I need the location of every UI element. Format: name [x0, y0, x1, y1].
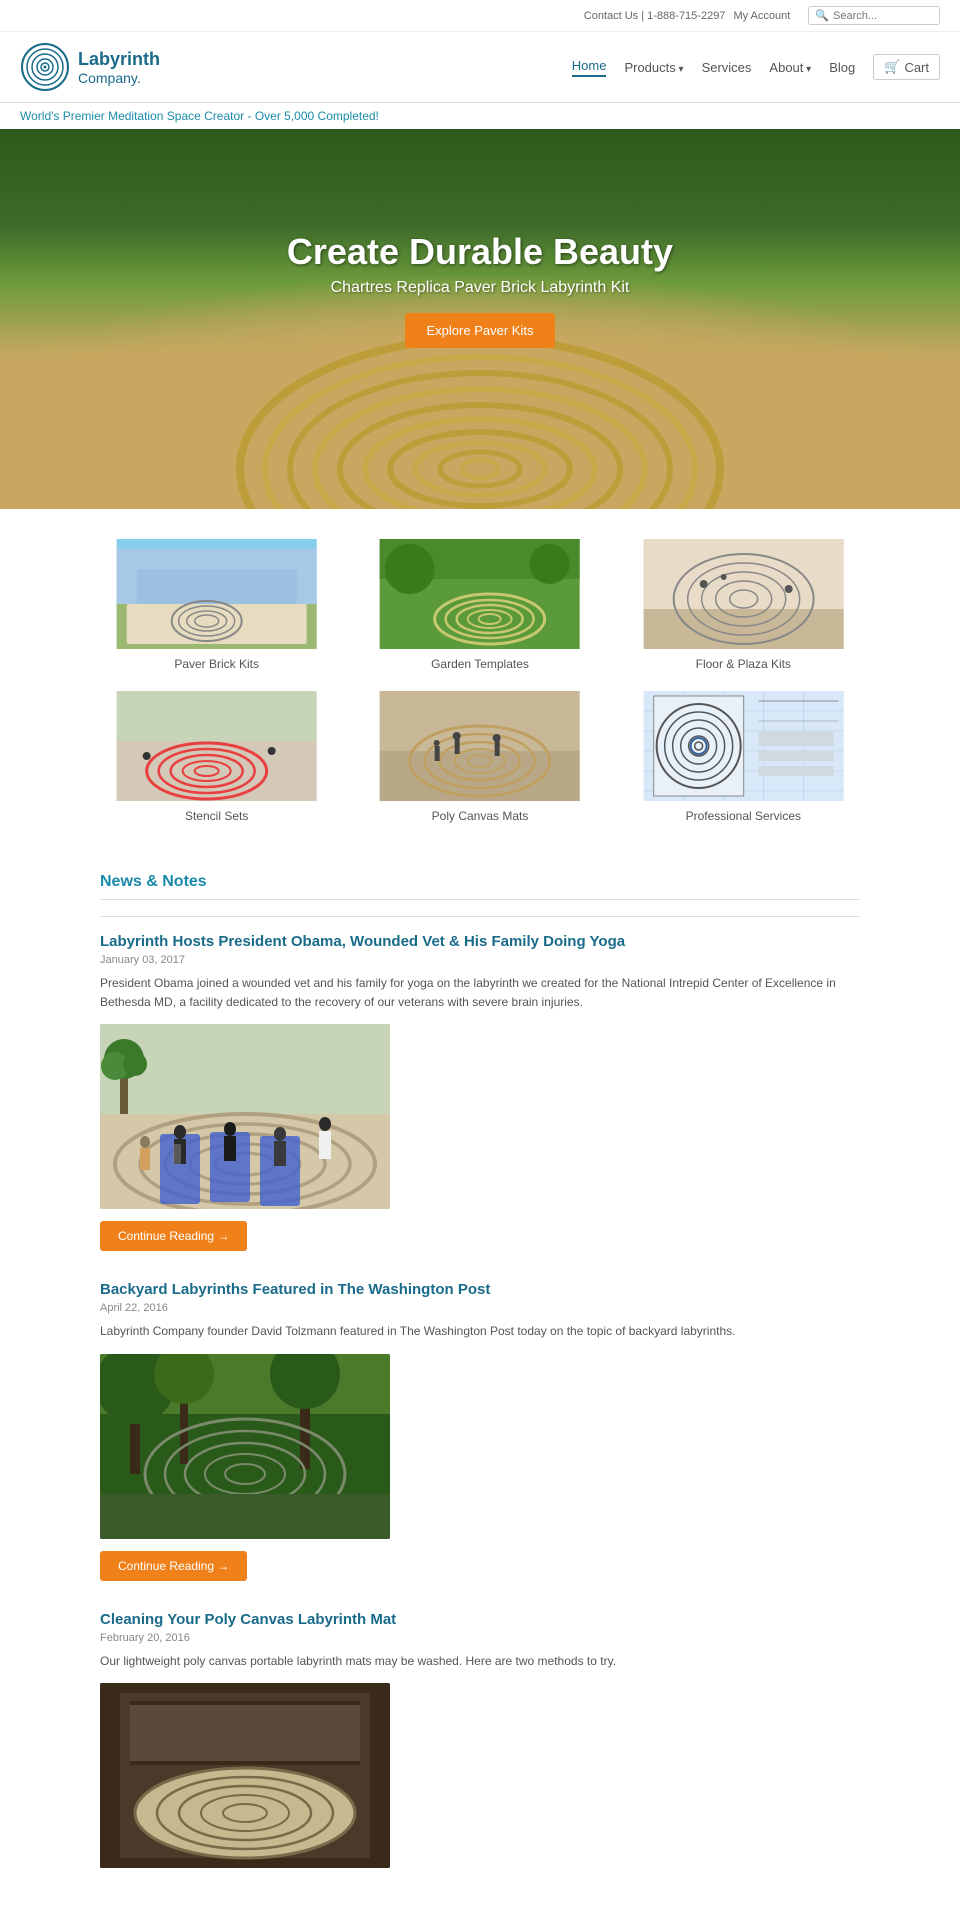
polymat-image	[363, 691, 596, 801]
top-bar: Contact Us | 1-888-715-2297 My Account 🔍	[0, 0, 960, 32]
news-section: News & Notes Labyrinth Hosts President O…	[0, 853, 960, 1918]
product-label-polymat: Poly Canvas Mats	[363, 809, 596, 823]
garden-image	[363, 539, 596, 649]
product-label-professional: Professional Services	[627, 809, 860, 823]
news-date-1: January 03, 2017	[100, 954, 860, 966]
product-item-paver[interactable]: Paver Brick Kits	[100, 539, 333, 671]
product-img-paver	[100, 539, 333, 649]
search-icon: 🔍	[815, 9, 829, 22]
news-article-3: Cleaning Your Poly Canvas Labyrinth Mat …	[100, 1611, 860, 1868]
news-img-1	[100, 1024, 390, 1209]
product-item-garden[interactable]: Garden Templates	[363, 539, 596, 671]
news-date-2: April 22, 2016	[100, 1302, 860, 1314]
read-more-btn-2[interactable]: Continue Reading →	[100, 1551, 247, 1581]
news-heading: News & Notes	[100, 873, 860, 900]
account-link[interactable]: My Account	[733, 10, 790, 22]
nav-blog[interactable]: Blog	[829, 60, 855, 75]
product-label-stencil: Stencil Sets	[100, 809, 333, 823]
header: Labyrinth Company. Home Products Service…	[0, 32, 960, 103]
news-title-1[interactable]: Labyrinth Hosts President Obama, Wounded…	[100, 933, 860, 950]
contact-link[interactable]: Contact Us | 1-888-715-2297	[584, 10, 726, 22]
product-img-polymat	[363, 691, 596, 801]
news-title-2[interactable]: Backyard Labyrinths Featured in The Wash…	[100, 1281, 860, 1298]
logo-text: Labyrinth Company.	[78, 49, 160, 86]
hero-section: Create Durable Beauty Chartres Replica P…	[0, 129, 960, 509]
news-article-1: Labyrinth Hosts President Obama, Wounded…	[100, 933, 860, 1251]
product-img-floor	[627, 539, 860, 649]
cart-label: Cart	[904, 60, 929, 75]
product-item-polymat[interactable]: Poly Canvas Mats	[363, 691, 596, 823]
news-article-2: Backyard Labyrinths Featured in The Wash…	[100, 1281, 860, 1580]
nav-services[interactable]: Services	[702, 60, 752, 75]
cart-icon: 🛒	[884, 59, 900, 75]
product-grid: Paver Brick Kits Garden Templates	[0, 509, 960, 853]
yoga-image	[100, 1024, 390, 1209]
nav-products[interactable]: Products	[624, 60, 683, 75]
product-label-floor: Floor & Plaza Kits	[627, 657, 860, 671]
search-box: 🔍	[808, 6, 940, 25]
news-img-2	[100, 1354, 390, 1539]
product-item-stencil[interactable]: Stencil Sets	[100, 691, 333, 823]
professional-image	[627, 691, 860, 801]
news-img-3	[100, 1683, 390, 1868]
tagline: World's Premier Meditation Space Creator…	[0, 103, 960, 129]
product-item-floor[interactable]: Floor & Plaza Kits	[627, 539, 860, 671]
logo-line2: Company.	[78, 70, 160, 86]
nav-about[interactable]: About	[769, 60, 811, 75]
news-body-3: Our lightweight poly canvas portable lab…	[100, 1652, 860, 1671]
hero-subtitle: Chartres Replica Paver Brick Labyrinth K…	[287, 279, 673, 297]
cart-button[interactable]: 🛒 Cart	[873, 54, 940, 80]
backyard-image	[100, 1354, 390, 1539]
product-item-professional[interactable]: Professional Services	[627, 691, 860, 823]
news-body-1: President Obama joined a wounded vet and…	[100, 974, 860, 1012]
logo-line1: Labyrinth	[78, 49, 160, 70]
product-img-garden	[363, 539, 596, 649]
product-img-stencil	[100, 691, 333, 801]
mat-image	[100, 1683, 390, 1868]
stencil-image	[100, 691, 333, 801]
nav-home[interactable]: Home	[572, 58, 607, 77]
search-input[interactable]	[833, 10, 933, 22]
main-nav: Home Products Services About Blog 🛒 Cart	[572, 54, 940, 80]
news-body-2: Labyrinth Company founder David Tolzmann…	[100, 1322, 860, 1341]
product-label-garden: Garden Templates	[363, 657, 596, 671]
hero-text: Create Durable Beauty Chartres Replica P…	[287, 231, 673, 348]
product-img-professional	[627, 691, 860, 801]
hero-cta-button[interactable]: Explore Paver Kits	[405, 313, 556, 348]
paver-image	[100, 539, 333, 649]
logo[interactable]: Labyrinth Company.	[20, 42, 160, 92]
logo-icon	[20, 42, 70, 92]
news-date-3: February 20, 2016	[100, 1632, 860, 1644]
product-label-paver: Paver Brick Kits	[100, 657, 333, 671]
news-title-3[interactable]: Cleaning Your Poly Canvas Labyrinth Mat	[100, 1611, 860, 1628]
read-more-btn-1[interactable]: Continue Reading →	[100, 1221, 247, 1251]
floor-image	[627, 539, 860, 649]
hero-title: Create Durable Beauty	[287, 231, 673, 273]
